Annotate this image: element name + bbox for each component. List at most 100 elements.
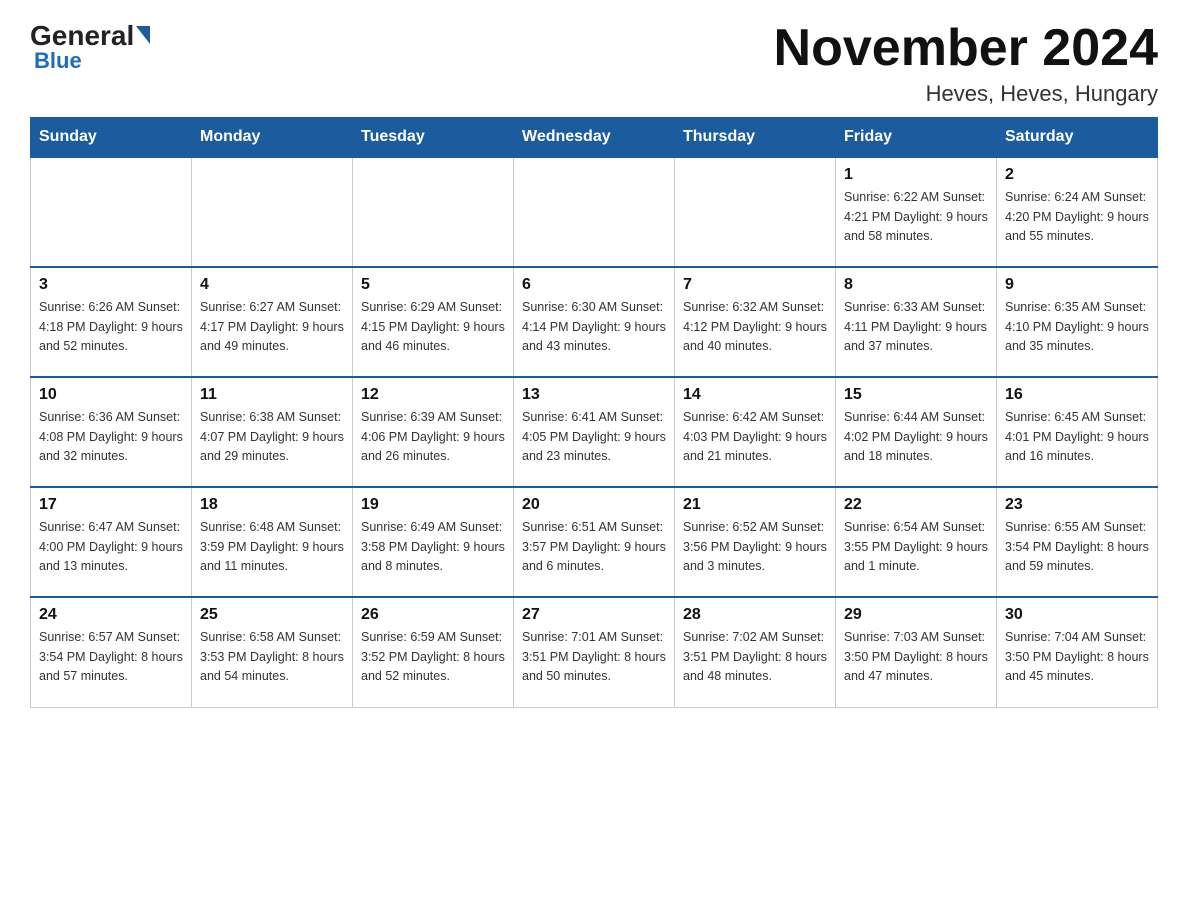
calendar-cell: 27Sunrise: 7:01 AM Sunset: 3:51 PM Dayli…: [514, 597, 675, 707]
day-info: Sunrise: 6:47 AM Sunset: 4:00 PM Dayligh…: [39, 518, 183, 576]
calendar-cell: 30 Sunrise: 7:04 AM Sunset: 3:50 PM Dayli…: [997, 597, 1158, 707]
calendar-table: SundayMondayTuesdayWednesdayThursdayFrid…: [30, 117, 1158, 708]
day-info: Sunrise: 6:22 AM Sunset: 4:21 PM Dayligh…: [844, 188, 988, 246]
calendar-week-row: 24 Sunrise: 6:57 AM Sunset: 3:54 PM Dayli…: [31, 597, 1158, 707]
day-number: 22: [844, 496, 988, 514]
calendar-cell: 29 Sunrise: 7:03 AM Sunset: 3:50 PM Dayli…: [836, 597, 997, 707]
calendar-cell: 2 Sunrise: 6:24 AM Sunset: 4:20 PM Daylig…: [997, 157, 1158, 267]
day-info: Sunrise: 6:33 AM Sunset: 4:11 PM Dayligh…: [844, 298, 988, 356]
weekday-header-friday: Friday: [836, 118, 997, 158]
calendar-week-row: 10Sunrise: 6:36 AM Sunset: 4:08 PM Dayli…: [31, 377, 1158, 487]
calendar-week-row: 1 Sunrise: 6:22 AM Sunset: 4:21 PM Daylig…: [31, 157, 1158, 267]
day-info: Sunrise: 6:54 AM Sunset: 3:55 PM Dayligh…: [844, 518, 988, 576]
day-number: 7: [683, 276, 827, 294]
weekday-header-row: SundayMondayTuesdayWednesdayThursdayFrid…: [31, 118, 1158, 158]
day-info: Sunrise: 6:57 AM Sunset: 3:54 PM Dayligh…: [39, 628, 183, 686]
day-number: 14: [683, 386, 827, 404]
day-info: Sunrise: 6:39 AM Sunset: 4:06 PM Dayligh…: [361, 408, 505, 466]
calendar-cell: 6Sunrise: 6:30 AM Sunset: 4:14 PM Daylig…: [514, 267, 675, 377]
calendar-cell: 17Sunrise: 6:47 AM Sunset: 4:00 PM Dayli…: [31, 487, 192, 597]
weekday-header-tuesday: Tuesday: [353, 118, 514, 158]
calendar-cell: 26 Sunrise: 6:59 AM Sunset: 3:52 PM Dayli…: [353, 597, 514, 707]
calendar-cell: 20Sunrise: 6:51 AM Sunset: 3:57 PM Dayli…: [514, 487, 675, 597]
day-info: Sunrise: 6:35 AM Sunset: 4:10 PM Dayligh…: [1005, 298, 1149, 356]
logo-arrow-icon: [136, 26, 150, 44]
day-info: Sunrise: 6:48 AM Sunset: 3:59 PM Dayligh…: [200, 518, 344, 576]
day-info: Sunrise: 6:44 AM Sunset: 4:02 PM Dayligh…: [844, 408, 988, 466]
calendar-cell: 9 Sunrise: 6:35 AM Sunset: 4:10 PM Daylig…: [997, 267, 1158, 377]
day-number: 28: [683, 606, 827, 624]
day-number: 15: [844, 386, 988, 404]
day-number: 18: [200, 496, 344, 514]
calendar-cell: [192, 157, 353, 267]
day-number: 19: [361, 496, 505, 514]
calendar-cell: 28 Sunrise: 7:02 AM Sunset: 3:51 PM Dayli…: [675, 597, 836, 707]
calendar-title: November 2024: [774, 20, 1158, 77]
day-info: Sunrise: 6:51 AM Sunset: 3:57 PM Dayligh…: [522, 518, 666, 576]
calendar-cell: 7 Sunrise: 6:32 AM Sunset: 4:12 PM Daylig…: [675, 267, 836, 377]
day-number: 23: [1005, 496, 1149, 514]
day-info: Sunrise: 6:55 AM Sunset: 3:54 PM Dayligh…: [1005, 518, 1149, 576]
day-info: Sunrise: 7:04 AM Sunset: 3:50 PM Dayligh…: [1005, 628, 1149, 686]
day-number: 10: [39, 386, 183, 404]
calendar-cell: 4Sunrise: 6:27 AM Sunset: 4:17 PM Daylig…: [192, 267, 353, 377]
day-info: Sunrise: 6:45 AM Sunset: 4:01 PM Dayligh…: [1005, 408, 1149, 466]
day-info: Sunrise: 6:41 AM Sunset: 4:05 PM Dayligh…: [522, 408, 666, 466]
day-number: 12: [361, 386, 505, 404]
day-info: Sunrise: 6:52 AM Sunset: 3:56 PM Dayligh…: [683, 518, 827, 576]
day-number: 30: [1005, 606, 1149, 624]
day-info: Sunrise: 6:24 AM Sunset: 4:20 PM Dayligh…: [1005, 188, 1149, 246]
day-number: 21: [683, 496, 827, 514]
day-info: Sunrise: 6:42 AM Sunset: 4:03 PM Dayligh…: [683, 408, 827, 466]
calendar-cell: [31, 157, 192, 267]
day-number: 16: [1005, 386, 1149, 404]
day-number: 3: [39, 276, 183, 294]
calendar-cell: 23 Sunrise: 6:55 AM Sunset: 3:54 PM Dayli…: [997, 487, 1158, 597]
day-number: 24: [39, 606, 183, 624]
day-info: Sunrise: 6:49 AM Sunset: 3:58 PM Dayligh…: [361, 518, 505, 576]
day-number: 2: [1005, 166, 1149, 184]
day-info: Sunrise: 7:02 AM Sunset: 3:51 PM Dayligh…: [683, 628, 827, 686]
day-number: 5: [361, 276, 505, 294]
calendar-cell: 11Sunrise: 6:38 AM Sunset: 4:07 PM Dayli…: [192, 377, 353, 487]
calendar-cell: [514, 157, 675, 267]
day-number: 11: [200, 386, 344, 404]
weekday-header-thursday: Thursday: [675, 118, 836, 158]
day-number: 8: [844, 276, 988, 294]
calendar-cell: 16 Sunrise: 6:45 AM Sunset: 4:01 PM Dayli…: [997, 377, 1158, 487]
day-number: 26: [361, 606, 505, 624]
day-number: 27: [522, 606, 666, 624]
calendar-cell: [675, 157, 836, 267]
day-number: 1: [844, 166, 988, 184]
calendar-subtitle: Heves, Heves, Hungary: [774, 81, 1158, 107]
weekday-header-wednesday: Wednesday: [514, 118, 675, 158]
calendar-cell: 13 Sunrise: 6:41 AM Sunset: 4:05 PM Dayli…: [514, 377, 675, 487]
calendar-week-row: 17Sunrise: 6:47 AM Sunset: 4:00 PM Dayli…: [31, 487, 1158, 597]
calendar-cell: 21 Sunrise: 6:52 AM Sunset: 3:56 PM Dayli…: [675, 487, 836, 597]
calendar-cell: 3Sunrise: 6:26 AM Sunset: 4:18 PM Daylig…: [31, 267, 192, 377]
day-info: Sunrise: 7:03 AM Sunset: 3:50 PM Dayligh…: [844, 628, 988, 686]
day-info: Sunrise: 6:30 AM Sunset: 4:14 PM Dayligh…: [522, 298, 666, 356]
weekday-header-monday: Monday: [192, 118, 353, 158]
calendar-cell: 18 Sunrise: 6:48 AM Sunset: 3:59 PM Dayli…: [192, 487, 353, 597]
calendar-cell: 22 Sunrise: 6:54 AM Sunset: 3:55 PM Dayli…: [836, 487, 997, 597]
day-info: Sunrise: 6:59 AM Sunset: 3:52 PM Dayligh…: [361, 628, 505, 686]
day-info: Sunrise: 6:29 AM Sunset: 4:15 PM Dayligh…: [361, 298, 505, 356]
calendar-cell: 1 Sunrise: 6:22 AM Sunset: 4:21 PM Daylig…: [836, 157, 997, 267]
calendar-cell: 5 Sunrise: 6:29 AM Sunset: 4:15 PM Daylig…: [353, 267, 514, 377]
calendar-cell: 8 Sunrise: 6:33 AM Sunset: 4:11 PM Daylig…: [836, 267, 997, 377]
day-info: Sunrise: 6:32 AM Sunset: 4:12 PM Dayligh…: [683, 298, 827, 356]
calendar-cell: 12 Sunrise: 6:39 AM Sunset: 4:06 PM Dayli…: [353, 377, 514, 487]
calendar-cell: 14 Sunrise: 6:42 AM Sunset: 4:03 PM Dayli…: [675, 377, 836, 487]
day-number: 29: [844, 606, 988, 624]
day-number: 9: [1005, 276, 1149, 294]
logo-blue-label: Blue: [34, 48, 150, 74]
calendar-cell: 19 Sunrise: 6:49 AM Sunset: 3:58 PM Dayli…: [353, 487, 514, 597]
day-number: 25: [200, 606, 344, 624]
page-header: General Blue November 2024 Heves, Heves,…: [30, 20, 1158, 107]
logo: General Blue: [30, 20, 150, 74]
day-info: Sunrise: 6:58 AM Sunset: 3:53 PM Dayligh…: [200, 628, 344, 686]
calendar-week-row: 3Sunrise: 6:26 AM Sunset: 4:18 PM Daylig…: [31, 267, 1158, 377]
calendar-cell: 25 Sunrise: 6:58 AM Sunset: 3:53 PM Dayli…: [192, 597, 353, 707]
day-number: 13: [522, 386, 666, 404]
